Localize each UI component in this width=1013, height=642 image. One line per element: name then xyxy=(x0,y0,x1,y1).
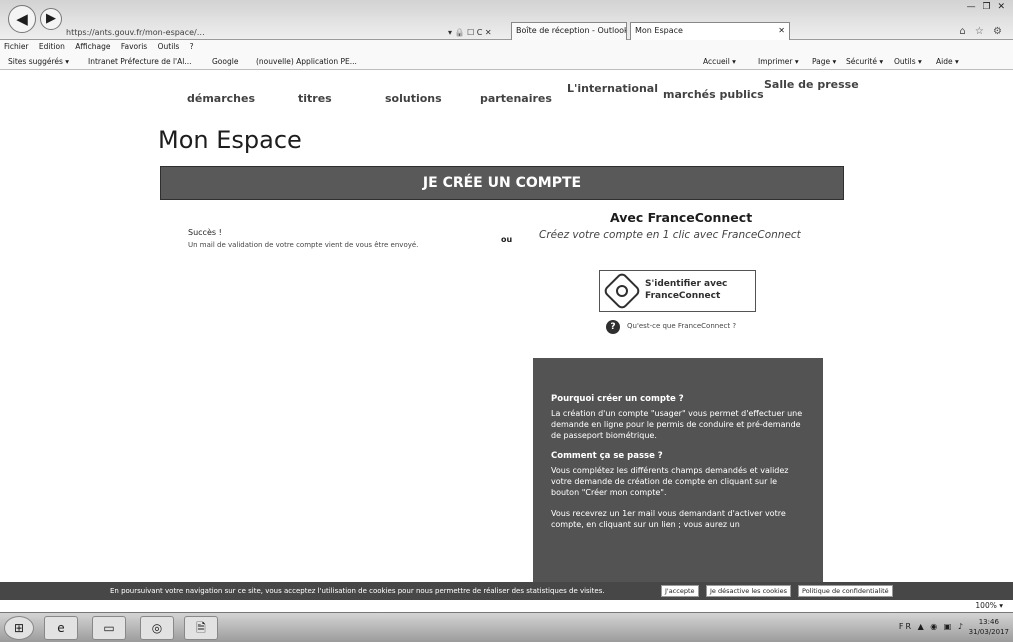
tab-label: Boîte de réception - Outlook xyxy=(516,26,627,35)
nav-marches-publics[interactable]: marchés publics xyxy=(663,88,764,101)
franceconnect-logo-icon xyxy=(602,271,642,311)
home-star-gear-icons[interactable]: ⌂ ☆ ⚙ xyxy=(959,26,1005,37)
nav-partenaires[interactable]: partenaires xyxy=(480,92,552,105)
create-account-banner: JE CRÉE UN COMPTE xyxy=(160,166,844,200)
menu-favoris[interactable]: Favoris xyxy=(121,42,147,51)
clock[interactable]: 13:46 31/03/2017 xyxy=(969,617,1009,637)
nav-demarches[interactable]: démarches xyxy=(187,92,255,105)
window-controls[interactable]: — ❐ ✕ xyxy=(967,2,1007,12)
cookie-policy-button[interactable]: Politique de confidentialité xyxy=(798,585,893,597)
system-tray-icons[interactable]: FR ▲ ◉ ▣ ♪ xyxy=(899,622,965,631)
document-icon[interactable]: 🗎 xyxy=(184,616,218,640)
fav-intranet[interactable]: Intranet Préfecture de l'Al... xyxy=(88,54,191,70)
menu-outils[interactable]: Outils xyxy=(158,42,180,51)
site-navigation: démarches titres solutions partenaires L… xyxy=(0,70,1013,105)
why-create-account-box: Pourquoi créer un compte ? La création d… xyxy=(533,358,823,584)
menu-fichier[interactable]: Fichier xyxy=(4,42,29,51)
franceconnect-subtitle: Créez votre compte en 1 clic avec France… xyxy=(539,229,801,241)
cmd-securite[interactable]: Sécurité ▾ xyxy=(846,54,883,70)
franceconnect-button-line1: S'identifier avec xyxy=(645,279,728,289)
forward-button[interactable]: ▶ xyxy=(40,8,62,30)
app-icon[interactable]: ◎ xyxy=(140,616,174,640)
or-separator: ou xyxy=(501,235,513,244)
why-text: La création d'un compte "usager" vous pe… xyxy=(551,409,803,440)
how-text-continued: Vous recevrez un 1er mail vous demandant… xyxy=(551,509,786,529)
clock-date: 31/03/2017 xyxy=(968,628,1009,636)
question-icon[interactable]: ? xyxy=(606,320,620,334)
menu-bar: Fichier Edition Affichage Favoris Outils… xyxy=(0,40,1013,54)
cookie-banner: En poursuivant votre navigation sur ce s… xyxy=(0,582,1013,600)
cookie-text: En poursuivant votre navigation sur ce s… xyxy=(110,587,605,595)
fav-sites-suggeres[interactable]: Sites suggérés ▾ xyxy=(8,54,69,70)
browser-titlebar: ◀ ▶ https://ants.gouv.fr/mon-espace/… ▾ … xyxy=(0,0,1013,40)
menu-affichage[interactable]: Affichage xyxy=(75,42,110,51)
address-bar[interactable]: https://ants.gouv.fr/mon-espace/… xyxy=(66,26,458,40)
close-tab-icon[interactable]: ✕ xyxy=(778,23,785,39)
franceconnect-button[interactable]: S'identifier avec FranceConnect xyxy=(599,270,756,312)
success-message: Un mail de validation de votre compte vi… xyxy=(188,241,419,249)
cookie-accept-button[interactable]: J'accepte xyxy=(661,585,699,597)
menu-edition[interactable]: Edition xyxy=(39,42,65,51)
tab-label: Mon Espace xyxy=(635,26,683,35)
start-button-icon[interactable]: ⊞ xyxy=(4,616,34,640)
franceconnect-button-label: S'identifier avec FranceConnect xyxy=(645,278,727,302)
cmd-outils[interactable]: Outils ▾ xyxy=(894,54,922,70)
favorites-bar: Sites suggérés ▾ Intranet Préfecture de … xyxy=(0,54,1013,70)
menu-help[interactable]: ? xyxy=(190,42,194,51)
nav-titres[interactable]: titres xyxy=(298,92,332,105)
fav-application[interactable]: (nouvelle) Application PE... xyxy=(256,54,357,70)
explorer-icon[interactable]: ▭ xyxy=(92,616,126,640)
nav-salle-de-presse[interactable]: Salle de presse xyxy=(764,78,859,91)
franceconnect-button-line2: FranceConnect xyxy=(645,291,721,301)
nav-solutions[interactable]: solutions xyxy=(385,92,442,105)
cookie-refuse-button[interactable]: Je désactive les cookies xyxy=(706,585,792,597)
back-button[interactable]: ◀ xyxy=(8,5,36,33)
franceconnect-help-link[interactable]: Qu'est-ce que FranceConnect ? xyxy=(627,322,736,330)
zoom-level[interactable]: 100% ▾ xyxy=(975,601,1003,610)
page-title: Mon Espace xyxy=(158,126,302,154)
nav-international[interactable]: L'international xyxy=(567,82,658,95)
fav-google[interactable]: Google xyxy=(212,54,238,70)
why-heading: Pourquoi créer un compte ? xyxy=(551,394,684,404)
clock-time: 13:46 xyxy=(978,618,999,626)
internet-explorer-icon[interactable]: e xyxy=(44,616,78,640)
address-bar-icons[interactable]: ▾ 🔒 ☐ C ✕ xyxy=(448,26,492,40)
cmd-page[interactable]: Page ▾ xyxy=(812,54,836,70)
taskbar: ⊞ e ▭ ◎ 🗎 FR ▲ ◉ ▣ ♪ 13:46 31/03/2017 xyxy=(0,612,1013,642)
how-text: Vous complétez les différents champs dem… xyxy=(551,466,789,497)
cmd-accueil[interactable]: Accueil ▾ xyxy=(703,54,736,70)
cmd-aide[interactable]: Aide ▾ xyxy=(936,54,959,70)
cmd-imprimer[interactable]: Imprimer ▾ xyxy=(758,54,799,70)
franceconnect-title: Avec FranceConnect xyxy=(610,210,753,225)
tab-outlook[interactable]: Boîte de réception - Outlook xyxy=(511,22,627,40)
tab-mon-espace[interactable]: Mon Espace ✕ xyxy=(630,22,790,40)
how-heading: Comment ça se passe ? xyxy=(551,451,663,461)
success-title: Succès ! xyxy=(188,228,222,237)
